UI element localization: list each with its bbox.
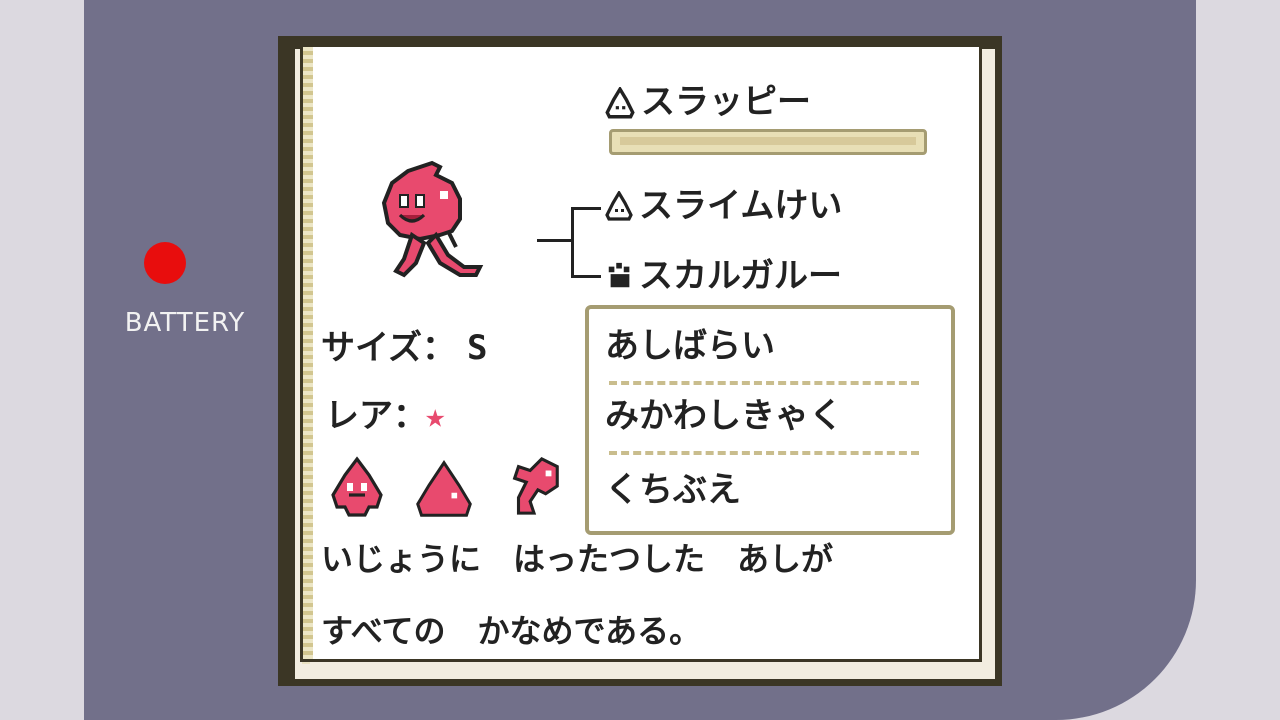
slime-family-icon xyxy=(605,191,633,221)
stage-sprite-3 xyxy=(512,456,559,515)
slime-icon xyxy=(605,87,635,119)
parent-label: スカルガルー xyxy=(639,256,842,296)
skill-divider xyxy=(609,451,919,455)
battery-label: BATTERY xyxy=(124,308,246,338)
family-label: スライムけい xyxy=(639,186,843,226)
tree-connector xyxy=(537,239,573,242)
size-label: サイズ： xyxy=(321,328,456,368)
skill-divider xyxy=(609,381,919,385)
skill-item[interactable]: みかわしきゃく xyxy=(605,399,843,433)
battery-led xyxy=(144,242,186,284)
page-edge xyxy=(303,47,313,659)
monster-name: スラッピー xyxy=(641,82,811,122)
rarity-value: ★ xyxy=(425,396,446,436)
stage-sprite-2 xyxy=(416,460,472,517)
monster-sprite xyxy=(381,160,484,278)
stage-sprite-1 xyxy=(331,456,383,517)
tree-connector-bottom xyxy=(571,275,601,278)
name-underline-bar xyxy=(609,129,927,155)
tree-connector-vertical xyxy=(571,207,574,277)
skill-item[interactable]: くちぶえ xyxy=(605,473,741,507)
size-value: S xyxy=(467,328,488,368)
tree-connector-top xyxy=(571,207,601,210)
rarity-label: レア： xyxy=(325,396,427,436)
description-line-1: いじょうに はったつした あしが xyxy=(321,540,834,578)
monster-book-page: スラッピー スライムけい スカルガルー サイズ： S レア： ★ あしばらい み… xyxy=(300,44,982,662)
skills-panel: あしばらい みかわしきゃく くちぶえ xyxy=(585,305,955,535)
paw-icon xyxy=(608,262,630,288)
description-line-2: すべての かなめである。 xyxy=(321,612,702,650)
skill-item[interactable]: あしばらい xyxy=(605,329,775,363)
